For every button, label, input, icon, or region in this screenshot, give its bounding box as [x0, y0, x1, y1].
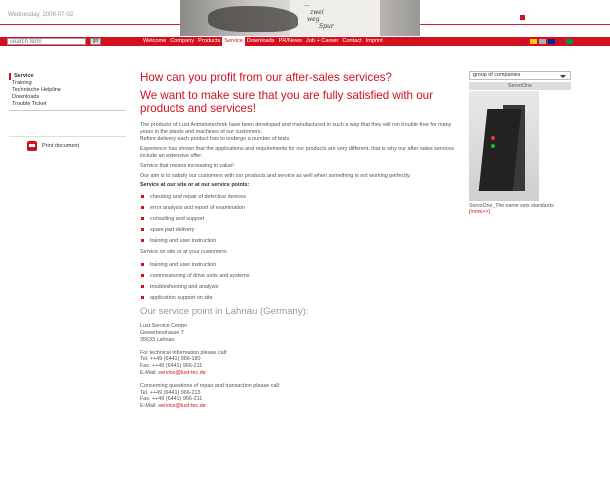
language-flag-icon[interactable]: [566, 39, 573, 44]
language-flag-icon[interactable]: [548, 39, 555, 44]
right-column: group of companies ServoOne ServoOne_The…: [469, 71, 571, 216]
language-flag-icon[interactable]: [521, 39, 528, 44]
header-banner-image: ... zwei weg Spur: [180, 0, 420, 36]
sidebar-item-service[interactable]: Service: [9, 73, 126, 80]
language-flag-icon[interactable]: [530, 39, 537, 44]
nav-item-service[interactable]: Service: [222, 37, 245, 46]
servoone-box-title: ServoOne: [469, 82, 571, 90]
device-led-green: [491, 144, 495, 148]
more-link[interactable]: [more>>]: [469, 209, 490, 215]
on-site-list: training and user instruction commission…: [140, 262, 460, 301]
technical-contact: For technical information please call: T…: [140, 350, 460, 377]
service-point-heading: Our service point in Lahnau (Germany):: [140, 306, 309, 318]
main-menu: Welcome Company Products Service Downloads PR…: [141, 37, 385, 46]
list-item: training and user instruction: [140, 262, 460, 268]
nav-item-job-career[interactable]: Job + Career: [304, 37, 341, 46]
language-flag-icon[interactable]: [539, 39, 546, 44]
repair-email-link[interactable]: service@lust-tec.de: [158, 403, 205, 409]
value-paragraph: Service that means increasing in value!: [140, 162, 234, 169]
main-content: How can you profit from our after-sales …: [140, 71, 460, 410]
servoone-product-image[interactable]: [469, 91, 539, 201]
email-label: E-Mail:: [140, 369, 157, 376]
nav-item-company[interactable]: Company: [168, 37, 196, 46]
list-item: troubleshooting and analysis: [140, 284, 460, 290]
on-site-heading: Service on site or at your customers:: [140, 249, 228, 256]
technical-phone: Tel. ++49 (6441) 966-180: [140, 356, 201, 363]
sidebar-divider: [9, 110, 126, 111]
experience-paragraph: Experience has shown that the applicatio…: [140, 146, 454, 160]
device-led-red: [491, 136, 495, 140]
sidebar-item-downloads[interactable]: Downloads: [9, 94, 126, 101]
technical-contact-intro: For technical information please call:: [140, 349, 228, 356]
printer-icon: [27, 140, 37, 151]
technical-fax: Fax. ++49 (6441) 966-211: [140, 363, 203, 370]
current-date: Wednesday, 2008-07-02: [8, 12, 74, 18]
list-item: spare part delivery: [140, 227, 460, 233]
list-item: error analysis and report of examination: [140, 205, 460, 211]
intro-text-2: Before delivery each product has to unde…: [140, 135, 291, 142]
address-line: Lust Service Center: [140, 323, 188, 330]
banner-hand: [208, 6, 298, 32]
intro-text: The products of Lust Antriebstechnik hav…: [140, 122, 452, 135]
chevron-down-icon: [560, 75, 566, 78]
repair-contact: Concerning questions of repair and trans…: [140, 383, 460, 410]
group-select-value: group of companies: [473, 72, 521, 78]
address-line: 35633 Lahnau: [140, 336, 175, 343]
aim-paragraph: Our aim is to satisfy our customers with…: [140, 172, 411, 179]
language-flags: [521, 39, 573, 44]
email-label: E-Mail:: [140, 403, 157, 410]
search-input[interactable]: [7, 38, 86, 45]
sidebar-item-training[interactable]: Training: [9, 80, 126, 87]
main-navigation-bar: go WelcomeCompanyProductsServiceDownload…: [0, 37, 610, 46]
banner-scribble-3: weg: [307, 16, 320, 23]
repair-fax: Fax. ++49 (6441) 966-211: [140, 396, 203, 403]
banner-scribble-4: Spur: [319, 23, 334, 30]
nav-item-downloads[interactable]: Downloads: [245, 37, 277, 46]
intro-paragraph: The products of Lust Antriebstechnik hav…: [140, 122, 460, 142]
servoone-caption: ServoOne_The name sets standards [more>>…: [469, 203, 571, 216]
group-of-companies-select[interactable]: group of companies: [469, 71, 571, 80]
repair-phone: Tel. ++49 (6441) 966-213: [140, 389, 201, 396]
sidebar-item-technische-helpline[interactable]: Technische Helpline: [9, 87, 126, 94]
list-item: consulting and support: [140, 216, 460, 222]
brand-mark: [520, 15, 525, 20]
repair-contact-intro: Concerning questions of repair and trans…: [140, 382, 281, 389]
header: Wednesday, 2008-07-02 ... zwei weg Spur: [0, 0, 610, 37]
caption-text: ServoOne_The name sets standards: [469, 203, 554, 209]
address-line: Gewerbestrasse 7: [140, 329, 184, 336]
service-points-heading: Service at our site or at our service po…: [140, 181, 250, 188]
sidebar: Service Training Technische Helpline Dow…: [9, 73, 126, 111]
list-item: application support on site: [140, 295, 460, 301]
list-item: training and user instruction: [140, 238, 460, 244]
technical-email-link[interactable]: service@lust-tec.de: [158, 370, 205, 376]
nav-item-pr-news[interactable]: PR/News: [277, 37, 304, 46]
search-go-button[interactable]: go: [90, 38, 101, 45]
list-item: checking and repair of defective devices: [140, 194, 460, 200]
service-points-list: checking and repair of defective devices…: [140, 194, 460, 244]
list-item: commissioning of drive units and systems: [140, 273, 460, 279]
nav-item-welcome[interactable]: Welcome: [141, 37, 168, 46]
address-block: Lust Service Center Gewerbestrasse 7 356…: [140, 323, 460, 343]
print-document-link[interactable]: Print document: [9, 136, 126, 154]
language-flag-icon[interactable]: [557, 39, 564, 44]
nav-item-imprint[interactable]: Imprint: [364, 37, 385, 46]
page-title: How can you profit from our after-sales …: [140, 71, 392, 84]
nav-item-products[interactable]: Products: [196, 37, 222, 46]
nav-item-contact[interactable]: Contact: [340, 37, 363, 46]
page-subtitle: We want to make sure that you are fully …: [140, 89, 433, 115]
banner-scribble-1: ...: [304, 1, 310, 8]
sidebar-item-trouble-ticket[interactable]: Trouble Ticket: [9, 101, 126, 108]
print-document-label: Print document: [42, 142, 79, 149]
